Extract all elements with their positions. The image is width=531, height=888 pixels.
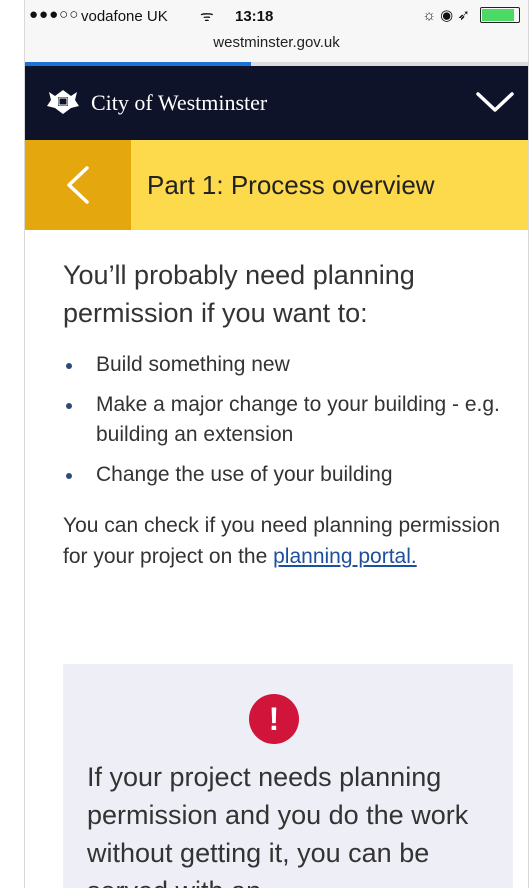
list-item: Make a major change to your building - e… — [63, 390, 513, 450]
list-item: Change the use of your building — [63, 460, 513, 490]
status-icons: ☼ ◉ ➶ — [422, 7, 470, 24]
bullet-icon — [66, 403, 72, 409]
list-item-text: Make a major change to your building - e… — [96, 393, 500, 446]
status-bar: ●●●○○ vodafone UK ᯤ 13:18 ☼ ◉ ➶ westmins… — [25, 0, 528, 64]
chevron-down-icon — [476, 92, 514, 112]
site-name[interactable]: City of Westminster — [91, 90, 267, 116]
battery-icon — [480, 7, 520, 23]
menu-toggle-button[interactable] — [472, 80, 518, 124]
bullet-icon — [66, 473, 72, 479]
signal-strength-icon: ●●●○○ — [29, 6, 80, 23]
list-item-text: Build something new — [96, 353, 290, 376]
section-header: Part 1: Process overview — [25, 140, 528, 230]
intro-text: You’ll probably need planning permission… — [63, 260, 415, 328]
warning-panel: If your project needs planning permissio… — [63, 664, 513, 888]
planning-portal-link[interactable]: planning portal. — [273, 545, 417, 568]
back-button[interactable] — [25, 140, 131, 230]
carrier-name: vodafone UK — [81, 8, 168, 25]
main-content: You’ll probably need planning permission… — [63, 256, 513, 593]
chevron-left-icon — [67, 166, 89, 204]
site-header: City of Westminster — [25, 66, 528, 140]
exclamation-icon — [249, 694, 299, 744]
list-item: Build something new — [63, 350, 513, 380]
warning-text: If your project needs planning permissio… — [87, 762, 469, 888]
wifi-icon: ᯤ — [200, 8, 214, 25]
list-item-text: Change the use of your building — [96, 463, 393, 486]
bullet-icon — [66, 363, 72, 369]
westminster-crest-icon — [47, 90, 79, 114]
clock: 13:18 — [235, 8, 274, 25]
section-title: Part 1: Process overview — [147, 170, 435, 200]
check-text: You can check if you need planning permi… — [63, 510, 513, 572]
phone-screen: ●●●○○ vodafone UK ᯤ 13:18 ☼ ◉ ➶ westmins… — [24, 0, 529, 888]
address-bar[interactable]: westminster.gov.uk — [25, 34, 528, 51]
requirements-list: Build something new Make a major change … — [63, 350, 513, 490]
